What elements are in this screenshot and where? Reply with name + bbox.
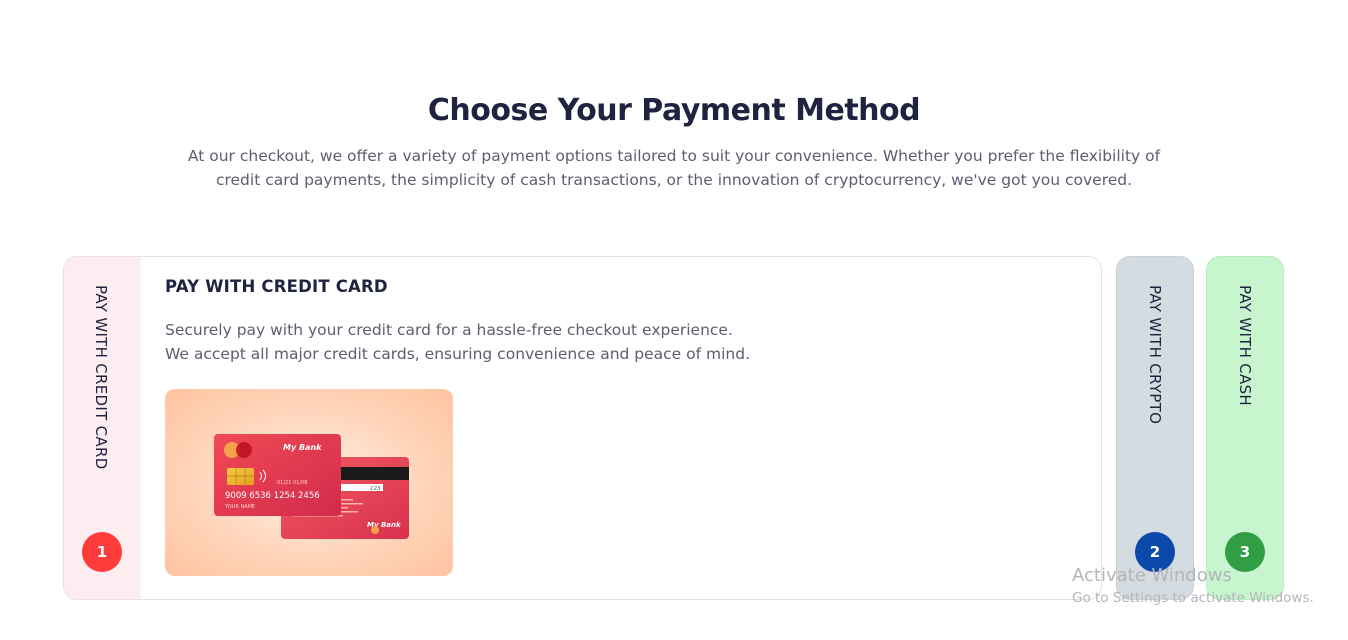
intro-line: credit card payments, the simplicity of … [215, 171, 1133, 189]
os-activation-watermark-subtitle: Go to Settings to activate Windows. [1072, 590, 1314, 606]
credit-card-content: PAY WITH CREDIT CARD Securely pay with y… [165, 277, 1065, 366]
card-number: 9009 6536 1254 2456 [225, 491, 320, 501]
card-expiry: 01/21 01/08 [277, 480, 307, 486]
tab-credit-card-panel: PAY WITH CREDIT CARD 1 PAY WITH CREDIT C… [63, 256, 1102, 600]
credit-card-icon: 123 My Bank My Bank 01/21 01/08 9009 653… [214, 434, 409, 539]
step-badge-1: 1 [82, 532, 122, 572]
content-description: Securely pay with your credit card for a… [165, 318, 1065, 366]
intro-line: At our checkout, we offer a variety of p… [187, 147, 1161, 165]
front-bank-name: My Bank [283, 443, 322, 452]
tab-cash[interactable]: PAY WITH CASH 3 [1206, 256, 1284, 600]
tab-cash-label: PAY WITH CASH [1236, 285, 1254, 407]
content-title: PAY WITH CREDIT CARD [165, 277, 388, 296]
tab-credit-card[interactable]: PAY WITH CREDIT CARD 1 [64, 257, 141, 599]
chip-icon [227, 468, 254, 485]
page: Choose Your Payment Method At our checko… [0, 0, 1348, 640]
page-title: Choose Your Payment Method [427, 93, 921, 128]
tab-credit-card-label: PAY WITH CREDIT CARD [92, 285, 110, 470]
cvv-text: 123 [370, 486, 381, 492]
card-holder-name: YOUR NAME [224, 504, 255, 510]
credit-card-illustration: 123 My Bank My Bank 01/21 01/08 9009 653… [165, 389, 453, 576]
description-line: We accept all major credit cards, ensuri… [165, 345, 751, 363]
tab-crypto[interactable]: PAY WITH CRYPTO 2 [1116, 256, 1194, 600]
tab-crypto-label: PAY WITH CRYPTO [1146, 285, 1164, 425]
description-line: Securely pay with your credit card for a… [165, 321, 733, 339]
os-activation-watermark-title: Activate Windows [1072, 565, 1232, 586]
card-logo-right [236, 442, 252, 458]
intro-paragraph: At our checkout, we offer a variety of p… [174, 144, 1174, 192]
back-logo-circle [371, 526, 379, 534]
